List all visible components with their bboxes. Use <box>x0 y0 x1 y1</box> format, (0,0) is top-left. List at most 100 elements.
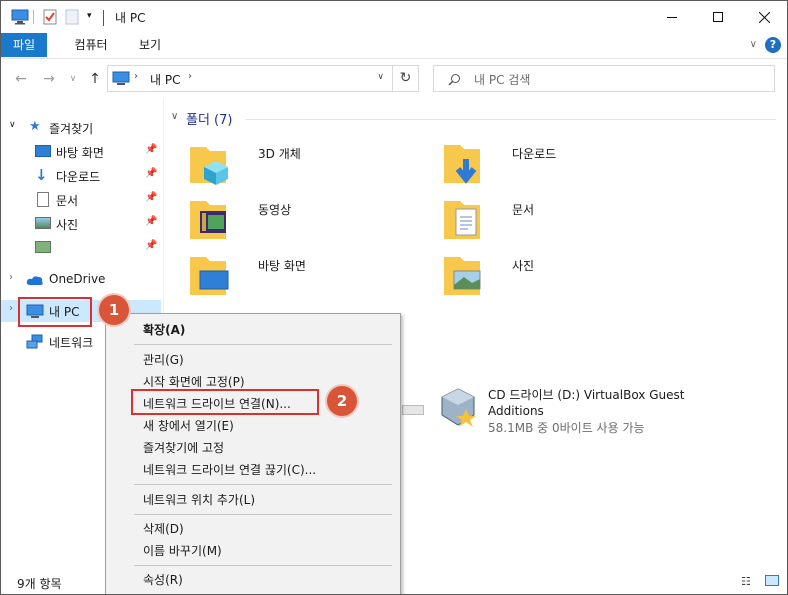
up-arrow-icon[interactable]: ↑ <box>85 69 105 89</box>
cd-drive-item[interactable]: CD 드라이브 (D:) VirtualBox Guest Additions 5… <box>434 385 734 439</box>
menu-item-rename[interactable]: 이름 바꾸기(M) <box>107 539 399 561</box>
minimize-button[interactable] <box>649 1 695 33</box>
title-bar: ▾ 내 PC <box>1 1 787 33</box>
collapse-group-chevron-icon[interactable]: ∨ <box>171 111 178 122</box>
refresh-button[interactable]: ↻ <box>393 65 419 92</box>
image-file-icon <box>35 241 51 253</box>
sidebar-item-image[interactable]: 📌 <box>1 237 161 259</box>
maximize-button[interactable] <box>695 1 741 33</box>
navigation-bar: ← → ∨ ↑ › 내 PC › ∨ ↻ 내 PC 검색 <box>1 58 787 98</box>
menu-item-add-network-location[interactable]: 네트워크 위치 추가(L) <box>107 488 399 510</box>
folder-label: 다운로드 <box>512 147 557 161</box>
sidebar-item-pictures[interactable]: 사진 📌 <box>1 213 161 235</box>
desktop-folder-icon <box>190 257 229 295</box>
recent-locations-chevron-icon[interactable]: ∨ <box>63 69 83 89</box>
sidebar-item-label: OneDrive <box>49 272 106 286</box>
sidebar-item-documents[interactable]: 문서 📌 <box>1 189 161 211</box>
help-icon[interactable]: ? <box>765 37 781 53</box>
folder-videos[interactable]: 동영상 <box>188 195 428 247</box>
menu-item-label: 새 창에서 열기(E) <box>143 419 234 433</box>
search-placeholder: 내 PC 검색 <box>474 73 531 87</box>
customize-toolbar-chevron-icon[interactable]: ▾ <box>87 11 92 29</box>
menu-item-pin-to-quick-access[interactable]: 즐겨찾기에 고정 <box>107 436 399 458</box>
tab-view[interactable]: 보기 <box>125 33 175 57</box>
computer-icon[interactable] <box>11 9 29 27</box>
address-bar[interactable]: › 내 PC › ∨ <box>107 65 393 92</box>
expand-chevron-icon[interactable]: › <box>9 303 13 314</box>
search-icon <box>448 74 460 86</box>
folder-desktop[interactable]: 바탕 화면 <box>188 251 428 303</box>
download-arrow-icon: ↓ <box>35 166 48 184</box>
folders-group-header[interactable]: 폴더 (7) <box>186 109 232 128</box>
drive-usage-bar <box>402 405 424 415</box>
sidebar-item-onedrive[interactable]: › OneDrive <box>1 269 161 291</box>
details-view-icon[interactable]: ☷ <box>741 575 751 588</box>
expand-ribbon-chevron-icon[interactable]: ∨ <box>750 39 757 50</box>
pin-icon[interactable]: 📌 <box>145 168 157 179</box>
tab-computer[interactable]: 컴퓨터 <box>59 33 123 57</box>
menu-item-open-new-window[interactable]: 새 창에서 열기(E) <box>107 414 399 436</box>
sidebar-item-label: 즐겨찾기 <box>49 122 94 136</box>
address-history-chevron-icon[interactable]: ∨ <box>377 72 384 82</box>
downloads-folder-icon <box>444 145 480 184</box>
folder-3d-objects[interactable]: 3D 개체 <box>188 139 428 191</box>
menu-item-label: 네트워크 위치 추가(L) <box>143 493 255 507</box>
maximize-icon <box>713 12 723 22</box>
pin-icon[interactable]: 📌 <box>145 216 157 227</box>
menu-item-label: 네트워크 드라이브 연결 끊기(C)... <box>143 463 317 477</box>
pin-icon[interactable]: 📌 <box>145 144 157 155</box>
folder-documents[interactable]: 문서 <box>442 195 682 247</box>
forward-arrow-icon[interactable]: → <box>39 69 59 89</box>
new-folder-icon[interactable] <box>65 9 79 27</box>
search-box[interactable]: 내 PC 검색 <box>433 65 775 92</box>
pin-icon[interactable]: 📌 <box>145 240 157 251</box>
menu-item-expand[interactable]: 확장(A) <box>107 318 399 340</box>
sidebar-item-downloads[interactable]: ↓ 다운로드 📌 <box>1 165 161 187</box>
pictures-folder-icon <box>444 257 481 295</box>
virtualbox-drive-icon <box>441 388 476 427</box>
menu-item-disconnect-network-drive[interactable]: 네트워크 드라이브 연결 끊기(C)... <box>107 458 399 480</box>
folder-label: 동영상 <box>258 203 292 217</box>
menu-item-properties[interactable]: 속성(R) <box>107 568 399 590</box>
group-divider <box>246 119 776 120</box>
highlight-box-map-drive <box>131 389 319 415</box>
sidebar-item-label: 바탕 화면 <box>56 146 104 160</box>
close-button[interactable] <box>741 1 787 33</box>
address-path[interactable]: 내 PC <box>150 71 180 88</box>
window-title: 내 PC <box>115 11 146 25</box>
menu-separator <box>134 484 392 485</box>
menu-item-label: 속성(R) <box>143 573 183 587</box>
menu-separator <box>134 565 392 566</box>
folder-label: 3D 개체 <box>258 147 301 161</box>
documents-folder-icon <box>444 201 480 239</box>
desktop-icon <box>35 145 51 157</box>
pin-icon[interactable]: 📌 <box>145 192 157 203</box>
expand-chevron-icon[interactable]: › <box>9 272 13 283</box>
path-separator-icon: › <box>134 71 138 82</box>
3d-objects-folder-icon <box>190 147 228 185</box>
videos-folder-icon <box>190 201 226 239</box>
folder-pictures[interactable]: 사진 <box>442 251 682 303</box>
step-badge-1: 1 <box>99 295 129 325</box>
context-menu: 확장(A) 관리(G) 시작 화면에 고정(P) 네트워크 드라이브 연결(N)… <box>105 313 401 594</box>
properties-checkmark-icon[interactable] <box>43 9 57 27</box>
back-arrow-icon[interactable]: ← <box>11 69 31 89</box>
document-icon <box>37 192 49 207</box>
sidebar-item-label: 문서 <box>56 194 79 208</box>
tab-file[interactable]: 파일 <box>1 33 47 57</box>
minimize-icon <box>667 16 677 18</box>
highlight-box-this-pc <box>18 297 92 327</box>
menu-item-manage[interactable]: 관리(G) <box>107 348 399 370</box>
sidebar-item-label: 네트워크 <box>49 336 94 350</box>
folder-label: 바탕 화면 <box>258 259 306 273</box>
sidebar-item-desktop[interactable]: 바탕 화면 📌 <box>1 141 161 163</box>
close-icon <box>758 11 770 23</box>
menu-separator <box>134 514 392 515</box>
quick-access-divider <box>33 10 34 24</box>
menu-item-delete[interactable]: 삭제(D) <box>107 517 399 539</box>
sidebar-item-quick-access[interactable]: ∨ ★ 즐겨찾기 <box>1 117 161 139</box>
folder-downloads[interactable]: 다운로드 <box>442 139 682 191</box>
large-icons-view-icon[interactable] <box>765 575 779 586</box>
expand-chevron-icon[interactable]: ∨ <box>9 120 16 130</box>
path-chevron-icon[interactable]: › <box>188 71 192 82</box>
